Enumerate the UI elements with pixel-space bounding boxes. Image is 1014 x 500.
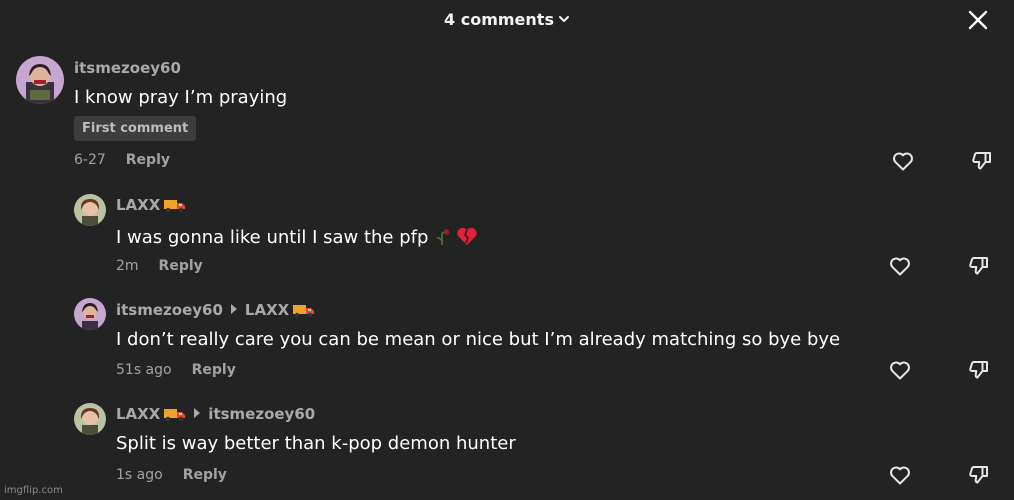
comment-username[interactable]: LAXX itsmezoey60 bbox=[116, 405, 315, 426]
reply-arrow-icon bbox=[194, 408, 201, 418]
wilted-rose-icon bbox=[432, 226, 452, 251]
truck-emoji-icon bbox=[164, 406, 186, 426]
avatar[interactable] bbox=[16, 56, 64, 104]
thumbs-down-icon bbox=[969, 257, 988, 275]
comment-timestamp: 6-27 bbox=[74, 152, 106, 168]
chevron-down-icon bbox=[558, 10, 570, 29]
dislike-button[interactable] bbox=[967, 463, 991, 487]
comment-timestamp: 2m bbox=[116, 258, 139, 274]
heart-icon bbox=[890, 466, 910, 485]
comment-text: Split is way better than k-pop demon hun… bbox=[116, 433, 516, 454]
reply-button[interactable]: Reply bbox=[183, 467, 227, 483]
heart-icon bbox=[890, 361, 910, 380]
comment-meta: 1s ago Reply bbox=[116, 467, 227, 483]
comment-text: I don’t really care you can be mean or n… bbox=[116, 329, 841, 350]
comments-header: 4 comments bbox=[0, 0, 1014, 40]
like-button[interactable] bbox=[891, 149, 915, 173]
comment-count-dropdown[interactable]: 4 comments bbox=[0, 10, 1014, 29]
comment-timestamp: 51s ago bbox=[116, 362, 172, 378]
reply-button[interactable]: Reply bbox=[192, 362, 236, 378]
comment-username[interactable]: LAXX bbox=[116, 196, 186, 217]
like-button[interactable] bbox=[888, 358, 912, 382]
avatar[interactable] bbox=[74, 403, 106, 435]
comment-meta: 6-27 Reply bbox=[74, 152, 170, 168]
thumbs-down-icon bbox=[969, 361, 988, 379]
comment-username[interactable]: itsmezoey60 bbox=[74, 59, 181, 77]
comment-username[interactable]: itsmezoey60 LAXX bbox=[116, 301, 315, 322]
avatar[interactable] bbox=[74, 298, 106, 330]
reply-button[interactable]: Reply bbox=[126, 152, 170, 168]
like-button[interactable] bbox=[888, 463, 912, 487]
broken-heart-icon bbox=[456, 226, 478, 251]
reply-to-username[interactable]: itsmezoey60 bbox=[208, 405, 315, 423]
dislike-button[interactable] bbox=[970, 149, 994, 173]
thumbs-down-icon bbox=[969, 466, 988, 484]
close-icon bbox=[968, 10, 988, 30]
reply-arrow-icon bbox=[230, 304, 237, 314]
comment-text: I was gonna like until I saw the pfp bbox=[116, 226, 478, 251]
comment-meta: 2m Reply bbox=[116, 258, 203, 274]
avatar[interactable] bbox=[74, 194, 106, 226]
comment-timestamp: 1s ago bbox=[116, 467, 163, 483]
like-button[interactable] bbox=[888, 254, 912, 278]
reply-to-username[interactable]: LAXX bbox=[245, 301, 289, 319]
comment-count-label: 4 comments bbox=[444, 10, 554, 29]
thumbs-down-icon bbox=[972, 152, 991, 170]
comment-text: I know pray I’m praying bbox=[74, 87, 288, 108]
first-comment-badge: First comment bbox=[74, 116, 197, 141]
comment-meta: 51s ago Reply bbox=[116, 362, 236, 378]
watermark: imgflip.com bbox=[4, 485, 63, 496]
dislike-button[interactable] bbox=[967, 254, 991, 278]
truck-emoji-icon bbox=[164, 197, 186, 217]
heart-icon bbox=[893, 152, 913, 171]
dislike-button[interactable] bbox=[967, 358, 991, 382]
heart-icon bbox=[890, 257, 910, 276]
truck-emoji-icon bbox=[293, 302, 315, 322]
reply-button[interactable]: Reply bbox=[159, 258, 203, 274]
close-button[interactable] bbox=[966, 8, 990, 32]
